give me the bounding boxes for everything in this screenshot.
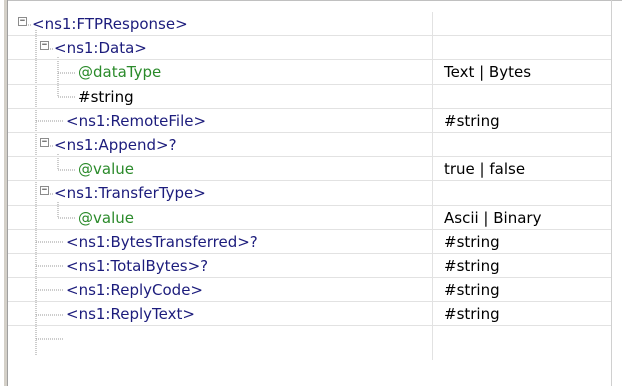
tree-row[interactable]: #string xyxy=(8,85,611,109)
node-label: <ns1:RemoteFile> xyxy=(66,111,207,130)
tree-row[interactable]: <ns1:BytesTransferred>? #string xyxy=(8,230,611,254)
node-value: Text | Bytes xyxy=(444,63,532,82)
tree-row[interactable]: <ns1:ReplyText> #string xyxy=(8,302,611,327)
node-value: #string xyxy=(444,256,500,275)
tree-row[interactable]: − <ns1:Append>? xyxy=(8,133,611,158)
right-border xyxy=(611,0,612,386)
xml-schema-tree-grid: − <ns1:FTPResponse> − <ns1:Data> @dataTy… xyxy=(8,12,611,327)
node-label: <ns1:Append>? xyxy=(54,135,177,154)
node-label: @dataType xyxy=(78,63,162,82)
collapse-icon[interactable]: − xyxy=(40,137,49,147)
node-value: true | false xyxy=(444,160,526,179)
tree-row-root[interactable]: − <ns1:FTPResponse> xyxy=(8,12,611,37)
collapse-icon[interactable]: − xyxy=(40,186,49,196)
tree-row[interactable]: @value true | false xyxy=(8,157,611,182)
tree-row[interactable]: @dataType Text | Bytes xyxy=(8,60,611,85)
collapse-icon[interactable]: − xyxy=(40,41,49,51)
node-value: Ascii | Binary xyxy=(444,208,542,227)
node-label: <ns1:FTPResponse> xyxy=(32,15,188,33)
node-value: #string xyxy=(444,111,500,130)
tree-row[interactable]: @value Ascii | Binary xyxy=(8,206,611,230)
node-label: <ns1:Data> xyxy=(54,39,147,58)
collapse-icon[interactable]: − xyxy=(18,17,27,26)
node-value: #string xyxy=(444,305,500,324)
node-label: <ns1:BytesTransferred>? xyxy=(66,232,258,251)
node-value: #string xyxy=(444,281,500,300)
node-label: <ns1:TransferType> xyxy=(54,184,206,203)
node-label: <ns1:ReplyText> xyxy=(66,305,195,324)
window-frame-top xyxy=(8,0,622,1)
tree-row[interactable]: <ns1:RemoteFile> #string xyxy=(8,109,611,133)
node-label: <ns1:TotalBytes>? xyxy=(66,256,209,275)
tree-row[interactable]: − <ns1:TransferType> xyxy=(8,181,611,206)
node-label: @value xyxy=(78,160,134,179)
node-label: @value xyxy=(78,208,134,227)
tree-row[interactable]: <ns1:TotalBytes>? #string xyxy=(8,254,611,279)
node-label: #string xyxy=(78,87,134,106)
node-value: #string xyxy=(444,232,500,251)
node-label: <ns1:ReplyCode> xyxy=(66,281,203,300)
tree-row[interactable]: − <ns1:Data> xyxy=(8,36,611,61)
tree-row[interactable]: <ns1:ReplyCode> #string xyxy=(8,278,611,303)
